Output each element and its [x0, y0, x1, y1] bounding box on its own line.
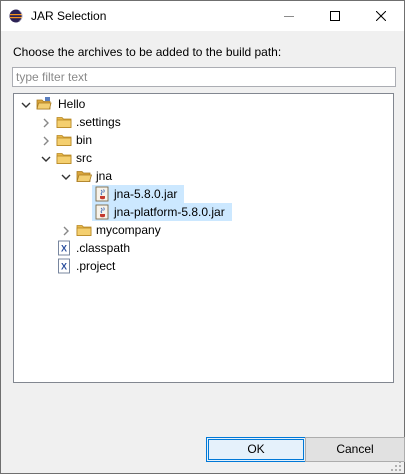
filter-input[interactable] [12, 67, 396, 87]
close-button[interactable] [358, 1, 404, 31]
window-title: JAR Selection [31, 9, 107, 23]
minimize-icon [284, 11, 294, 21]
folder-open-icon [76, 168, 93, 184]
jar-icon [94, 204, 110, 220]
tree-item-bin[interactable]: bin [14, 131, 104, 149]
archive-tree[interactable]: Hello .settings bin src jna jna-5.8.0.ja… [13, 93, 394, 383]
svg-text:X: X [61, 262, 67, 272]
tree-item-src[interactable]: src [14, 149, 104, 167]
tree-item-label: .classpath [76, 241, 131, 255]
tree-item-hello[interactable]: Hello [14, 95, 104, 113]
chevron-right-icon[interactable] [40, 116, 52, 128]
tree-item-label: jna-5.8.0.jar [114, 187, 178, 201]
chevron-right-icon[interactable] [60, 224, 72, 236]
xml-file-icon: X [56, 258, 72, 274]
folder-icon [56, 114, 72, 130]
jar-icon [94, 186, 110, 202]
tree-item-mycompany[interactable]: mycompany [14, 221, 174, 239]
tree-item-jna[interactable]: jna [14, 167, 124, 185]
ok-button[interactable]: OK [206, 437, 306, 462]
chevron-right-icon[interactable] [40, 134, 52, 146]
minimize-button[interactable] [266, 1, 312, 31]
tree-item-label: jna-platform-5.8.0.jar [114, 205, 225, 219]
folder-icon [56, 150, 72, 166]
tree-item-label: jna [96, 169, 113, 183]
chevron-down-icon[interactable] [40, 152, 52, 164]
tree-item-settings[interactable]: .settings [14, 113, 124, 131]
tree-item-jna-jar[interactable]: jna-5.8.0.jar [92, 185, 184, 203]
maximize-button[interactable] [312, 1, 358, 31]
project-folder-icon [36, 96, 52, 112]
tree-item-label: mycompany [96, 223, 161, 237]
resize-grip-icon[interactable] [391, 460, 401, 471]
svg-text:X: X [61, 244, 67, 254]
tree-item-project[interactable]: X .project [14, 257, 124, 275]
tree-item-label: .settings [76, 115, 121, 129]
chevron-down-icon[interactable] [60, 170, 72, 182]
maximize-icon [330, 11, 340, 21]
folder-icon [56, 132, 72, 148]
xml-file-icon: X [56, 240, 72, 256]
close-icon [376, 11, 386, 21]
tree-item-label: .project [76, 259, 116, 273]
tree-item-label: Hello [58, 97, 86, 111]
tree-item-jna-platform-jar[interactable]: jna-platform-5.8.0.jar [92, 203, 232, 221]
jar-selection-dialog: JAR Selection Choose the archives to be … [0, 0, 405, 474]
cancel-button[interactable]: Cancel [305, 437, 405, 462]
tree-item-classpath[interactable]: X .classpath [14, 239, 130, 257]
instruction-label: Choose the archives to be added to the b… [13, 45, 282, 59]
tree-item-label: src [76, 151, 92, 165]
eclipse-icon [9, 9, 24, 23]
tree-item-label: bin [76, 133, 93, 147]
title-bar[interactable]: JAR Selection [1, 1, 404, 31]
chevron-down-icon[interactable] [20, 98, 32, 110]
folder-icon [76, 222, 92, 238]
